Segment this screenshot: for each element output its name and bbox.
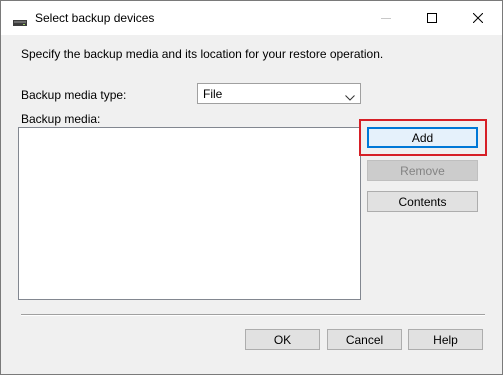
help-button[interactable]: Help: [408, 329, 483, 350]
footer-divider: [21, 314, 485, 316]
chevron-down-icon: [345, 90, 355, 104]
media-list-label: Backup media:: [21, 112, 101, 126]
backup-device-icon: [13, 15, 27, 26]
close-icon: [473, 13, 483, 23]
add-button[interactable]: Add: [367, 127, 478, 148]
instructions-text: Specify the backup media and its locatio…: [21, 47, 384, 61]
minimize-button[interactable]: [363, 1, 409, 35]
media-list[interactable]: [18, 127, 361, 300]
ok-button[interactable]: OK: [245, 329, 320, 350]
minimize-icon: [381, 13, 391, 23]
remove-button[interactable]: Remove: [367, 160, 478, 181]
window-title: Select backup devices: [35, 11, 155, 25]
media-type-select[interactable]: File: [197, 83, 361, 104]
media-type-label: Backup media type:: [21, 88, 127, 102]
close-button[interactable]: [455, 1, 501, 35]
contents-button[interactable]: Contents: [367, 191, 478, 212]
maximize-button[interactable]: [409, 1, 455, 35]
media-type-value: File: [203, 87, 223, 101]
dialog-window: Select backup devices Specify the backup…: [0, 0, 503, 375]
title-bar[interactable]: Select backup devices: [1, 1, 502, 35]
cancel-button[interactable]: Cancel: [327, 329, 402, 350]
maximize-icon: [427, 13, 437, 23]
